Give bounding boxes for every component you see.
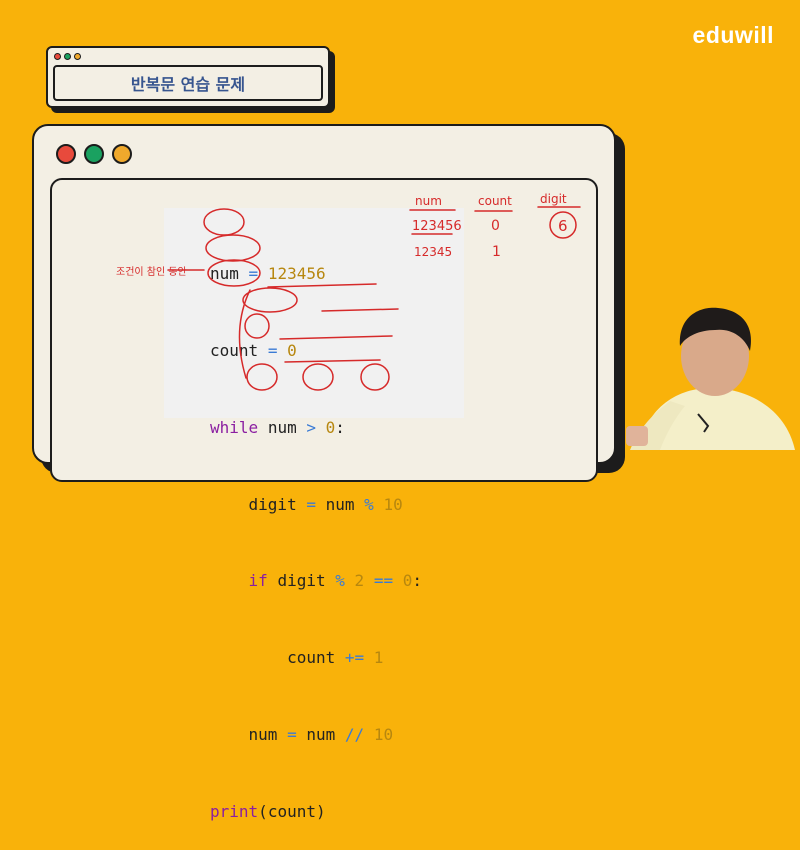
- title-window-controls: [54, 53, 81, 60]
- eduwill-logo: eduwill: [692, 22, 774, 48]
- code-token: 2: [354, 571, 365, 591]
- code-token: if: [248, 571, 268, 591]
- code-token: //: [344, 724, 365, 744]
- code-block: num = 123456 count = 0 while num > 0: di…: [210, 210, 422, 850]
- code-token: 0: [287, 340, 297, 360]
- code-token: ==: [373, 571, 394, 591]
- presenter-hand: [626, 426, 648, 446]
- code-token: 0: [325, 417, 336, 437]
- page-title: 반복문 연습 문제: [53, 65, 323, 101]
- code-line-5: if digit % 2 == 0:: [210, 568, 422, 594]
- main-close-dot: [56, 144, 76, 164]
- code-token: =: [306, 494, 316, 514]
- code-token: print: [210, 801, 259, 821]
- code-token: count: [267, 801, 316, 821]
- presenter-image: [626, 307, 795, 450]
- code-token: >: [306, 417, 316, 437]
- code-token: :: [335, 417, 345, 437]
- code-token: num: [325, 494, 355, 514]
- code-token: +=: [344, 648, 365, 668]
- code-token: digit: [277, 571, 326, 591]
- code-token: count: [210, 340, 259, 360]
- code-token: while: [210, 417, 259, 437]
- code-token: count: [287, 648, 336, 668]
- main-window-controls: [56, 144, 132, 164]
- code-token: (: [258, 801, 268, 821]
- code-token: =: [267, 340, 278, 360]
- code-token: :: [412, 571, 422, 591]
- code-token: 10: [373, 724, 394, 744]
- code-line-2: count = 0: [210, 338, 422, 364]
- title-minimize-dot: [64, 53, 71, 60]
- code-line-4: digit = num % 10: [210, 492, 422, 518]
- code-token: num: [248, 724, 278, 744]
- code-line-6: count += 1: [210, 645, 422, 671]
- main-maximize-dot: [112, 144, 132, 164]
- code-token: num: [267, 417, 297, 437]
- code-token: num: [210, 264, 239, 284]
- code-token: 123456: [267, 264, 326, 284]
- code-token: num: [306, 724, 336, 744]
- code-token: %: [335, 571, 345, 591]
- code-line-8: print(count): [210, 799, 422, 825]
- code-token: ): [315, 801, 326, 821]
- code-line-7: num = num // 10: [210, 722, 422, 748]
- code-token: =: [248, 264, 259, 284]
- code-token: digit: [248, 494, 297, 514]
- title-maximize-dot: [74, 53, 81, 60]
- main-minimize-dot: [84, 144, 104, 164]
- title-close-dot: [54, 53, 61, 60]
- code-line-1: num = 123456: [210, 261, 422, 287]
- code-line-3: while num > 0:: [210, 415, 422, 441]
- code-token: 10: [383, 494, 403, 514]
- code-token: =: [287, 724, 297, 744]
- code-token: 1: [373, 648, 384, 668]
- code-token: 0: [402, 571, 413, 591]
- code-token: %: [364, 494, 374, 514]
- title-window: 반복문 연습 문제: [46, 46, 330, 108]
